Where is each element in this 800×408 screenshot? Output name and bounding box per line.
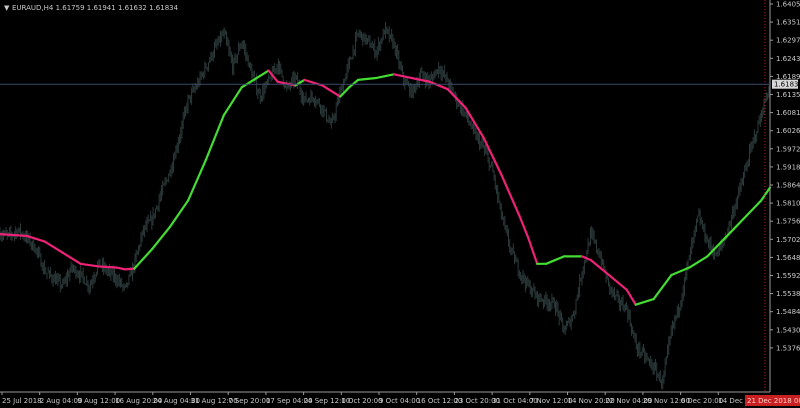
time-tick-label: 25 Jul 2018 (2, 397, 42, 405)
time-tick-label: 6 Dec 20:00 (681, 397, 724, 405)
ma-segment (124, 267, 136, 271)
price-tick-label: 1.59180 (776, 163, 800, 171)
time-tick-label: 7 Nov 12:00 (530, 397, 573, 405)
price-tick-label: 1.53765 (776, 344, 800, 352)
time-tick-label: 9 Oct 04:00 (379, 397, 420, 405)
price-tick-label: 1.59720 (776, 145, 800, 153)
current-price-tag: 1.61834 (772, 79, 800, 89)
current-price-label: 1.61834 (774, 81, 800, 89)
active-time-tag: 21 Dec 2018 00:00 (745, 395, 800, 406)
time-tick-label: 2 Aug 04:00 (40, 397, 83, 405)
price-tick-label: 1.56480 (776, 254, 800, 262)
price-tick-label: 1.54845 (776, 308, 800, 316)
price-tick-label: 1.64055 (776, 1, 800, 9)
price-tick-label: 1.57560 (776, 218, 800, 226)
time-tick-label: 1 Oct 20:00 (341, 397, 382, 405)
price-tick-label: 1.62435 (776, 55, 800, 63)
price-tick-label: 1.57020 (776, 236, 800, 244)
time-tick-label: 7 Sep 20:00 (228, 397, 270, 405)
symbol-ohlc-label: EURAUD,H4 1.61759 1.61941 1.61632 1.6183… (12, 4, 179, 12)
price-tick-label: 1.62975 (776, 37, 800, 45)
price-tick-label: 1.60815 (776, 109, 800, 117)
price-tick-label: 1.61355 (776, 91, 800, 99)
price-tick-label: 1.58640 (776, 182, 800, 190)
price-tick-label: 1.58100 (776, 200, 800, 208)
price-tick-label: 1.54305 (776, 326, 800, 334)
title-arrow-icon[interactable]: ▼ (4, 4, 10, 12)
symbol-title: ▼ EURAUD,H4 1.61759 1.61941 1.61632 1.61… (4, 4, 179, 12)
price-tick-label: 1.60260 (776, 127, 800, 135)
ma-segment (97, 265, 118, 269)
time-tick-label: 9 Aug 12:00 (77, 397, 120, 405)
active-time-label: 21 Dec 2018 00:00 (747, 397, 800, 405)
price-tick-label: 1.63515 (776, 19, 800, 27)
price-chart[interactable]: ▼ EURAUD,H4 1.61759 1.61941 1.61632 1.61… (0, 0, 800, 408)
price-tick-label: 1.55925 (776, 272, 800, 280)
price-tick-label: 1.55385 (776, 290, 800, 298)
